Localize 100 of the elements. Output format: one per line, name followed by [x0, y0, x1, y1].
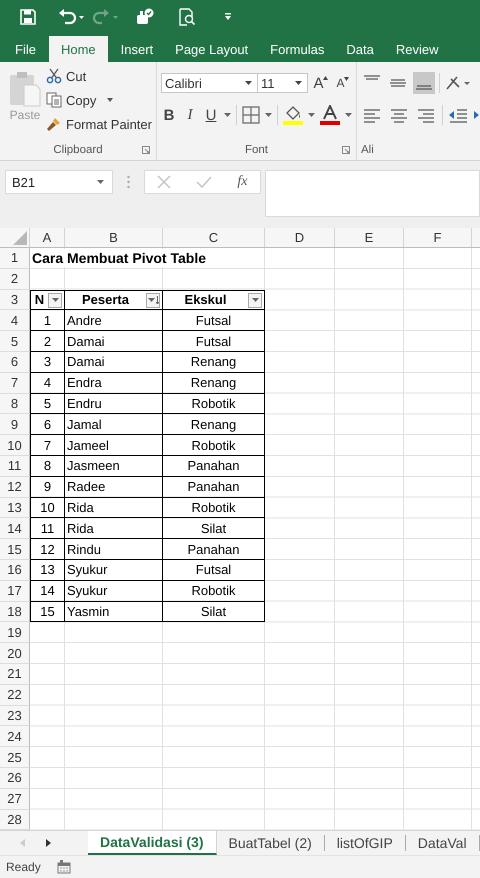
table-cell: Rida: [67, 520, 94, 536]
dropdown-arrow-icon[interactable]: [344, 112, 352, 118]
sheet-tab[interactable]: listOfGIP: [324, 835, 406, 851]
row-header[interactable]: 4: [0, 310, 30, 332]
ribbon-tab[interactable]: Insert: [112, 36, 162, 62]
table-cell: Jamal: [67, 416, 102, 432]
table-cell: 2: [44, 334, 52, 349]
dropdown-arrow-icon[interactable]: [264, 112, 272, 118]
row-header[interactable]: 21: [0, 664, 30, 685]
column-header[interactable]: F: [404, 228, 472, 247]
row-header[interactable]: 17: [0, 580, 30, 602]
touch-mode-icon[interactable]: [136, 8, 154, 26]
row-header[interactable]: 10: [0, 435, 30, 456]
dialog-launcher-icon[interactable]: [342, 146, 350, 154]
row-header[interactable]: 3: [0, 290, 30, 310]
row-header[interactable]: 12: [0, 476, 30, 498]
row-header[interactable]: 14: [0, 518, 30, 540]
ribbon-tab[interactable]: Home: [48, 36, 108, 62]
italic-button[interactable]: I: [182, 106, 198, 124]
cut-button[interactable]: Cut: [46, 66, 152, 86]
row-header[interactable]: 8: [0, 394, 30, 414]
format-painter-button[interactable]: Format Painter: [46, 114, 152, 134]
bold-button[interactable]: B: [160, 106, 177, 124]
paintbrush-icon: [46, 116, 62, 132]
customize-dropdown-icon[interactable]: [224, 12, 232, 20]
dropdown-arrow-icon[interactable]: [308, 112, 315, 118]
row-header[interactable]: 23: [0, 706, 30, 726]
dialog-launcher-icon[interactable]: [142, 146, 150, 154]
table-cell: 14: [40, 583, 55, 598]
row-header[interactable]: 16: [0, 560, 30, 581]
table-cell: Panahan: [187, 542, 240, 557]
shrink-font-button[interactable]: A: [334, 76, 352, 90]
insert-function-button[interactable]: fx: [237, 174, 248, 190]
table-cell: 10: [40, 500, 55, 515]
column-header[interactable]: A: [30, 228, 65, 247]
table-cell: 7: [44, 438, 52, 453]
up-caret-icon: [323, 76, 328, 80]
sheet-tab[interactable]: DataValidasi (3): [88, 831, 216, 855]
column-header[interactable]: B: [65, 228, 163, 247]
table-cell: Andre: [67, 312, 102, 328]
ribbon-tab[interactable]: Formulas: [261, 36, 334, 62]
row-header[interactable]: 7: [0, 372, 30, 394]
table-cell: Panahan: [187, 458, 240, 474]
row-header[interactable]: 11: [0, 456, 30, 477]
table-header-cell-text: Ekskul: [184, 292, 228, 308]
grip-icon: [127, 175, 130, 189]
filter-button[interactable]: [248, 292, 262, 308]
row-header[interactable]: 27: [0, 788, 30, 810]
row-header[interactable]: 18: [0, 602, 30, 622]
orientation-icon[interactable]: [444, 74, 470, 92]
copy-icon: [46, 92, 62, 108]
column-header[interactable]: C: [163, 228, 265, 247]
font-name-dropdown[interactable]: Calibri: [160, 73, 258, 93]
borders-icon[interactable]: [242, 106, 260, 124]
filter-button[interactable]: [48, 292, 62, 308]
filter-button[interactable]: [146, 292, 160, 308]
row-header[interactable]: 15: [0, 539, 30, 560]
copy-button[interactable]: Copy: [46, 90, 152, 110]
table-cell: Syukur: [67, 583, 108, 598]
column-header[interactable]: D: [265, 228, 335, 247]
underline-button[interactable]: U: [202, 106, 219, 124]
font-color-icon[interactable]: [320, 105, 340, 125]
table-cell: Futsal: [196, 312, 232, 328]
ribbon-tab[interactable]: File: [6, 36, 45, 62]
row-header[interactable]: 9: [0, 414, 30, 436]
table-cell: Endra: [67, 375, 102, 390]
row-header[interactable]: 24: [0, 726, 30, 748]
row-header[interactable]: 25: [0, 747, 30, 768]
column-header[interactable]: E: [335, 228, 404, 247]
macro-recording-icon[interactable]: [56, 860, 71, 874]
row-header[interactable]: 19: [0, 622, 30, 644]
bottom-align-icon[interactable]: [412, 72, 435, 94]
row-header[interactable]: 28: [0, 810, 30, 830]
fill-color-icon[interactable]: [282, 105, 303, 125]
row-header[interactable]: 1: [0, 248, 30, 269]
dropdown-arrow-icon[interactable]: [224, 112, 231, 118]
name-box[interactable]: B21: [5, 170, 113, 194]
group-label: Font: [244, 144, 268, 156]
row-header[interactable]: 5: [0, 331, 30, 352]
ribbon-tab[interactable]: Review: [386, 36, 448, 62]
row-header[interactable]: 22: [0, 684, 30, 706]
grow-font-button[interactable]: A: [312, 74, 330, 92]
undo-icon[interactable]: [58, 8, 84, 24]
font-size-dropdown[interactable]: 11: [256, 73, 308, 93]
sheet-tab[interactable]: DataVal: [406, 835, 480, 851]
ribbon-tab[interactable]: Page Layout: [166, 36, 258, 62]
scroll-right-icon[interactable]: [46, 839, 52, 847]
ribbon-tab[interactable]: Data: [337, 36, 383, 62]
row-header[interactable]: 13: [0, 498, 30, 518]
row-header[interactable]: 2: [0, 268, 30, 290]
table-cell: Rida: [67, 500, 94, 515]
formula-input[interactable]: [265, 170, 480, 217]
row-header[interactable]: 6: [0, 352, 30, 373]
table-cell: 6: [44, 416, 52, 432]
caret-icon: [106, 97, 114, 103]
row-header[interactable]: 26: [0, 768, 30, 789]
sheet-tab[interactable]: BuatTabel (2): [216, 835, 325, 851]
print-preview-icon[interactable]: [178, 8, 196, 26]
save-icon[interactable]: [20, 8, 36, 24]
row-header[interactable]: 20: [0, 643, 30, 664]
